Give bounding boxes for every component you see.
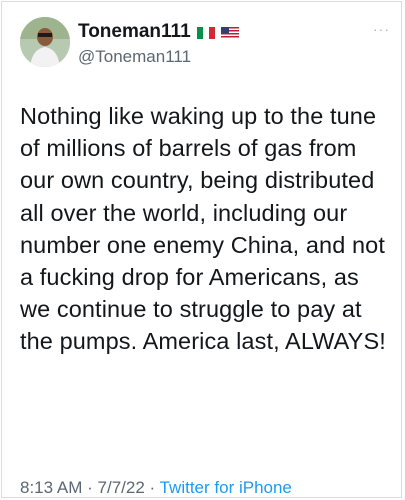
tweet-meta: 8:13 AM · 7/7/22 · Twitter for iPhone [20,478,292,498]
name-row: Toneman111 [78,21,239,43]
display-name[interactable]: Toneman111 [78,21,191,43]
tweet-time[interactable]: 8:13 AM [20,478,82,497]
tweet-date[interactable]: 7/7/22 [98,478,145,497]
meta-separator: · [149,478,156,497]
usa-flag-icon [220,26,239,39]
avatar[interactable] [20,17,70,67]
tweet-text: Nothing like waking up to the tune of mi… [20,103,386,355]
tweet-header: Toneman111 @Toneman111 ··· [20,17,390,73]
user-handle[interactable]: @Toneman111 [78,47,191,67]
meta-separator: · [87,478,93,497]
more-options-icon[interactable]: ··· [373,21,390,37]
tweet-source-link[interactable]: Twitter for iPhone [160,478,292,497]
italy-flag-icon [196,26,215,39]
